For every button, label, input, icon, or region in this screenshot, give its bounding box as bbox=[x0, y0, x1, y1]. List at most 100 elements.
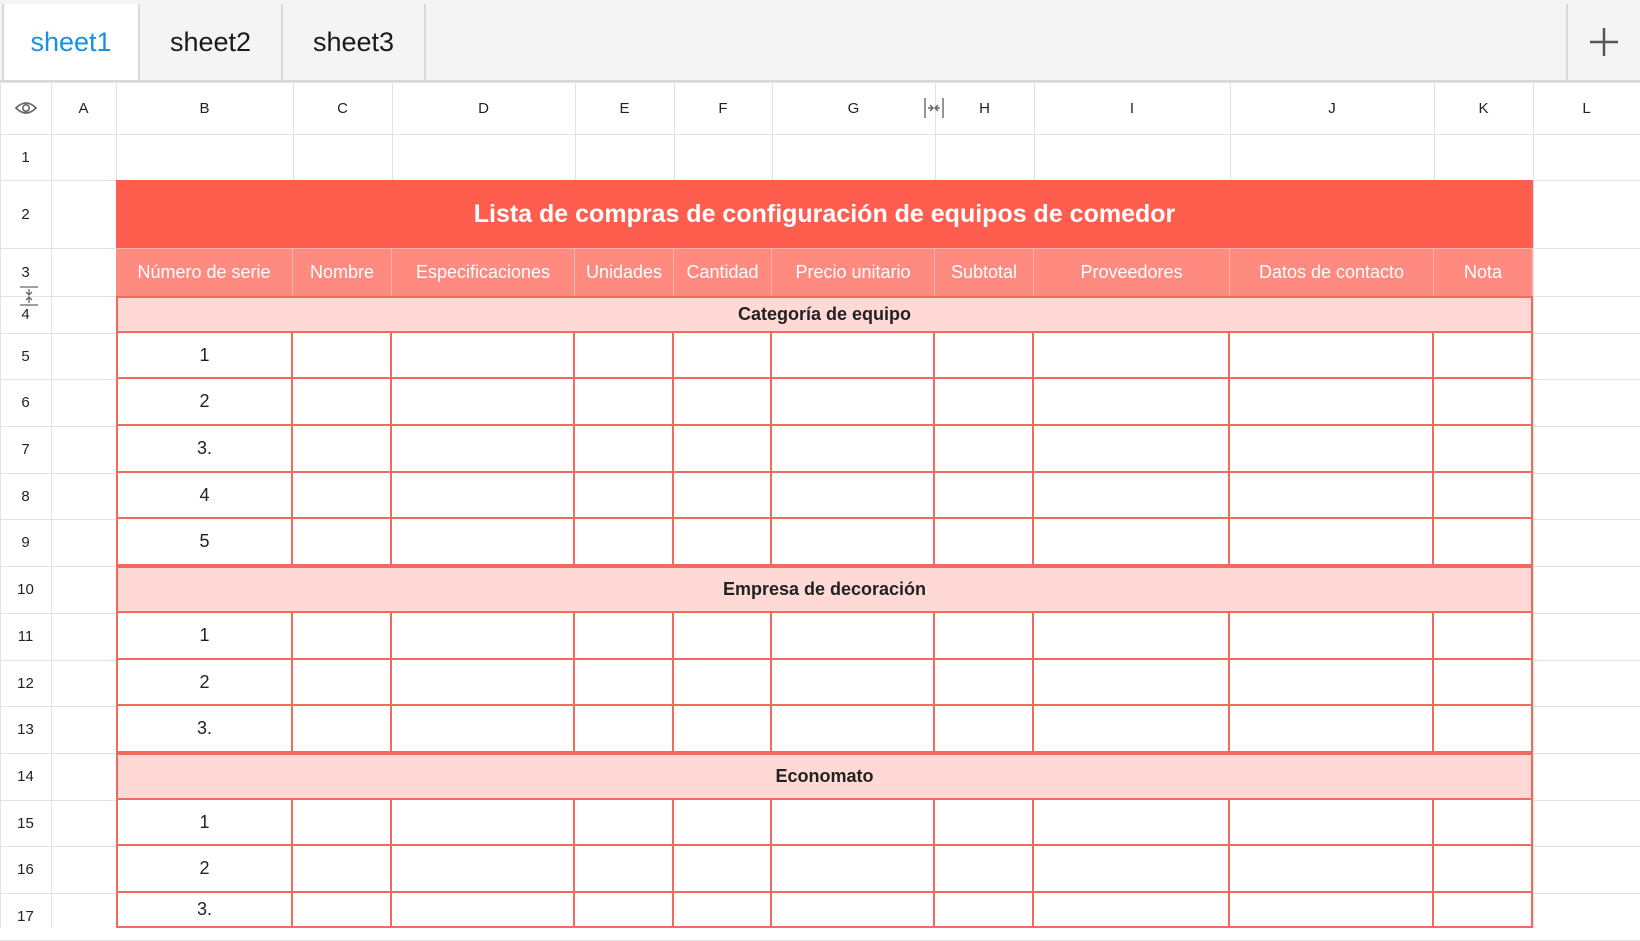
table-cell[interactable] bbox=[575, 333, 674, 379]
section-header[interactable]: Empresa de decoración bbox=[116, 566, 1533, 613]
table-cell[interactable] bbox=[1230, 613, 1434, 660]
table-cell[interactable] bbox=[674, 519, 772, 566]
table-cell[interactable] bbox=[1230, 426, 1434, 473]
table-cell[interactable] bbox=[293, 379, 392, 426]
table-cell[interactable] bbox=[674, 613, 772, 660]
table-header-cell[interactable]: Especificaciones bbox=[392, 248, 575, 296]
table-cell[interactable] bbox=[1034, 800, 1230, 846]
table-cell[interactable] bbox=[392, 800, 575, 846]
table-cell[interactable] bbox=[935, 426, 1034, 473]
table-cell[interactable] bbox=[674, 706, 772, 753]
table-cell[interactable] bbox=[1034, 613, 1230, 660]
table-cell[interactable] bbox=[1230, 706, 1434, 753]
table-cell[interactable] bbox=[1434, 333, 1533, 379]
table-header-cell[interactable]: Subtotal bbox=[935, 248, 1034, 296]
row-header-5[interactable]: 5 bbox=[0, 333, 51, 379]
table-cell[interactable] bbox=[1434, 846, 1533, 893]
table-cell[interactable] bbox=[1034, 706, 1230, 753]
table-cell[interactable] bbox=[772, 426, 935, 473]
table-cell[interactable] bbox=[392, 333, 575, 379]
table-cell[interactable] bbox=[935, 473, 1034, 519]
table-cell[interactable] bbox=[1034, 660, 1230, 706]
row-header-1[interactable]: 1 bbox=[0, 134, 51, 180]
column-header-g[interactable]: G bbox=[772, 82, 935, 134]
table-cell[interactable] bbox=[1230, 473, 1434, 519]
table-cell[interactable] bbox=[392, 613, 575, 660]
table-cell[interactable] bbox=[772, 379, 935, 426]
table-header-cell[interactable]: Precio unitario bbox=[772, 248, 935, 296]
table-cell[interactable] bbox=[293, 426, 392, 473]
table-cell[interactable] bbox=[575, 846, 674, 893]
table-cell[interactable] bbox=[772, 800, 935, 846]
column-resize-icon[interactable] bbox=[922, 96, 946, 120]
column-header-c[interactable]: C bbox=[293, 82, 392, 134]
table-cell[interactable] bbox=[935, 660, 1034, 706]
table-cell[interactable] bbox=[772, 706, 935, 753]
row-header-13[interactable]: 13 bbox=[0, 706, 51, 753]
column-header-d[interactable]: D bbox=[392, 82, 575, 134]
column-header-e[interactable]: E bbox=[575, 82, 674, 134]
table-cell[interactable] bbox=[1434, 613, 1533, 660]
serial-number-cell[interactable]: 5 bbox=[116, 519, 293, 566]
table-cell[interactable] bbox=[575, 379, 674, 426]
table-header-cell[interactable]: Unidades bbox=[575, 248, 674, 296]
row-header-10[interactable]: 10 bbox=[0, 566, 51, 613]
section-header[interactable]: Economato bbox=[116, 753, 1533, 800]
serial-number-cell[interactable]: 4 bbox=[116, 473, 293, 519]
table-cell[interactable] bbox=[1434, 706, 1533, 753]
table-cell[interactable] bbox=[293, 333, 392, 379]
serial-number-cell[interactable]: 1 bbox=[116, 613, 293, 660]
row-header-9[interactable]: 9 bbox=[0, 519, 51, 566]
row-resize-icon[interactable] bbox=[18, 285, 40, 307]
spreadsheet-grid[interactable]: A B C D E F G H I J K L 1 2 3 4 5 6 7 8 9 10 11 12 13 14 15 16 17 Lis… bbox=[0, 82, 1640, 941]
table-cell[interactable] bbox=[674, 800, 772, 846]
table-cell[interactable] bbox=[293, 846, 392, 893]
table-cell[interactable] bbox=[674, 846, 772, 893]
table-cell[interactable] bbox=[674, 379, 772, 426]
table-cell[interactable] bbox=[674, 893, 772, 928]
table-cell[interactable] bbox=[935, 893, 1034, 928]
table-cell[interactable] bbox=[392, 426, 575, 473]
table-cell[interactable] bbox=[772, 473, 935, 519]
table-header-cell[interactable]: Nombre bbox=[293, 248, 392, 296]
serial-number-cell[interactable]: 3. bbox=[116, 706, 293, 753]
table-cell[interactable] bbox=[1434, 473, 1533, 519]
column-header-f[interactable]: F bbox=[674, 82, 772, 134]
table-cell[interactable] bbox=[772, 893, 935, 928]
table-cell[interactable] bbox=[392, 846, 575, 893]
table-cell[interactable] bbox=[575, 473, 674, 519]
table-cell[interactable] bbox=[935, 800, 1034, 846]
table-cell[interactable] bbox=[1034, 426, 1230, 473]
table-cell[interactable] bbox=[1034, 519, 1230, 566]
tab-sheet1[interactable]: sheet1 bbox=[2, 4, 140, 80]
table-cell[interactable] bbox=[674, 426, 772, 473]
table-cell[interactable] bbox=[293, 893, 392, 928]
serial-number-cell[interactable]: 3. bbox=[116, 426, 293, 473]
table-header-cell[interactable]: Número de serie bbox=[116, 248, 293, 296]
table-cell[interactable] bbox=[575, 426, 674, 473]
table-cell[interactable] bbox=[293, 800, 392, 846]
table-cell[interactable] bbox=[293, 519, 392, 566]
table-cell[interactable] bbox=[575, 800, 674, 846]
table-cell[interactable] bbox=[1434, 893, 1533, 928]
table-cell[interactable] bbox=[674, 473, 772, 519]
add-sheet-button[interactable] bbox=[1566, 4, 1640, 80]
table-cell[interactable] bbox=[1434, 379, 1533, 426]
column-header-l[interactable]: L bbox=[1533, 82, 1640, 134]
tab-sheet3[interactable]: sheet3 bbox=[283, 4, 426, 80]
table-header-cell[interactable]: Cantidad bbox=[674, 248, 772, 296]
table-cell[interactable] bbox=[1034, 473, 1230, 519]
table-cell[interactable] bbox=[575, 893, 674, 928]
serial-number-cell[interactable]: 2 bbox=[116, 846, 293, 893]
serial-number-cell[interactable]: 3. bbox=[116, 893, 293, 928]
table-cell[interactable] bbox=[935, 706, 1034, 753]
serial-number-cell[interactable]: 2 bbox=[116, 379, 293, 426]
column-header-i[interactable]: I bbox=[1034, 82, 1230, 134]
table-cell[interactable] bbox=[935, 519, 1034, 566]
table-cell[interactable] bbox=[392, 379, 575, 426]
section-header[interactable]: Categoría de equipo bbox=[116, 296, 1533, 333]
table-cell[interactable] bbox=[575, 660, 674, 706]
table-header-cell[interactable]: Nota bbox=[1434, 248, 1533, 296]
table-cell[interactable] bbox=[293, 706, 392, 753]
row-header-8[interactable]: 8 bbox=[0, 473, 51, 519]
